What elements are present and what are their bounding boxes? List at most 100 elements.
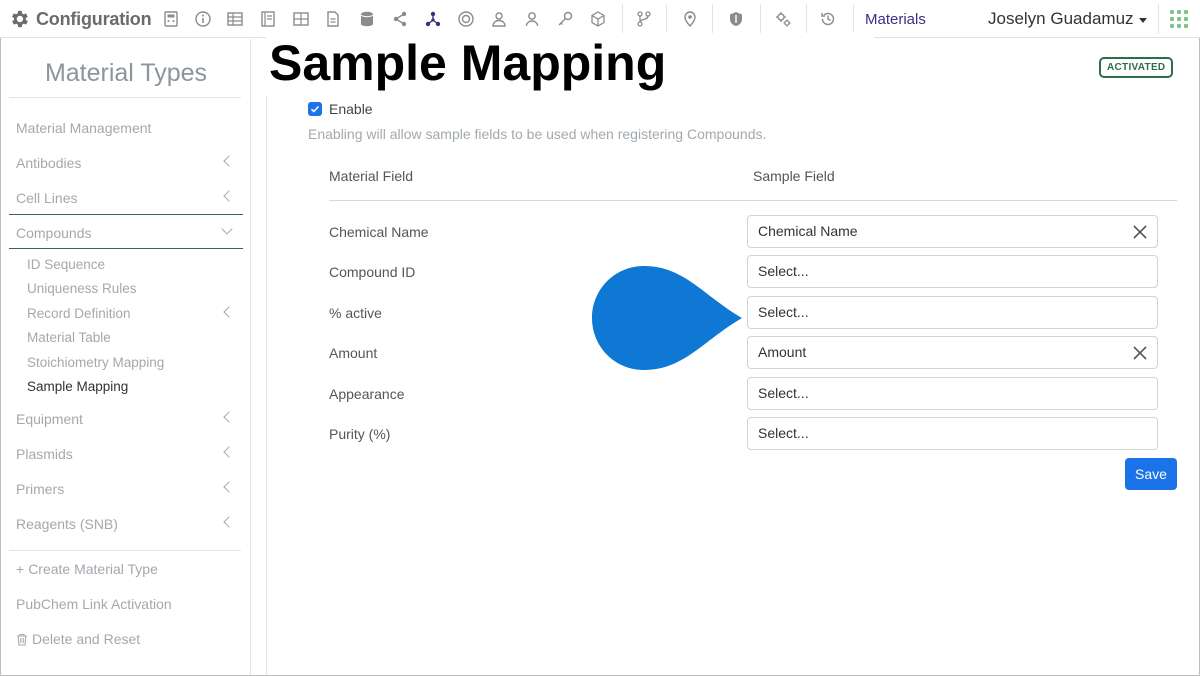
toolbar-divider <box>712 4 713 34</box>
sample-field-select[interactable]: Select... <box>747 255 1158 288</box>
page-title: Sample Mapping <box>266 33 874 95</box>
pubchem-link-label: PubChem Link Activation <box>16 596 172 612</box>
apps-grid-icon[interactable] <box>1170 10 1188 28</box>
pointer-annotation-shape <box>592 266 742 370</box>
checkmark-icon <box>310 105 320 113</box>
sample-field-select[interactable]: Chemical Name <box>747 215 1158 248</box>
save-button[interactable]: Save <box>1125 458 1177 490</box>
branch-icon[interactable] <box>634 9 654 29</box>
shield-icon[interactable] <box>726 9 746 29</box>
sidebar-item-primers[interactable]: Primers <box>16 481 64 497</box>
database-icon[interactable] <box>357 9 377 29</box>
settings-icon[interactable] <box>773 9 793 29</box>
users-icon[interactable] <box>489 9 509 29</box>
sample-field-placeholder: Select... <box>758 385 809 401</box>
key-icon[interactable] <box>555 9 575 29</box>
sidebar-divider <box>9 550 241 551</box>
sidebar: Material Types Material Management Antib… <box>1 39 251 675</box>
sample-field-placeholder: Select... <box>758 425 809 441</box>
sidebar-item-material-management[interactable]: Material Management <box>16 120 151 136</box>
chevron-left-icon[interactable] <box>223 481 235 493</box>
sample-field-placeholder: Select... <box>758 263 809 279</box>
sidebar-item-equipment[interactable]: Equipment <box>16 411 83 427</box>
material-field-label: % active <box>329 305 382 321</box>
material-field-label: Appearance <box>329 386 405 402</box>
chevron-left-icon[interactable] <box>223 190 235 202</box>
sidebar-item-cell-lines[interactable]: Cell Lines <box>16 190 77 206</box>
history-icon[interactable] <box>818 9 838 29</box>
user-name: Joselyn Guadamuz <box>988 9 1134 28</box>
sample-field-placeholder: Select... <box>758 304 809 320</box>
calculator-icon[interactable] <box>161 9 181 29</box>
sidebar-subitem-material-table[interactable]: Material Table <box>27 330 111 345</box>
sample-field-value: Chemical Name <box>758 223 858 239</box>
grid-icon[interactable] <box>291 9 311 29</box>
sidebar-subitem-record-definition[interactable]: Record Definition <box>27 306 131 321</box>
sidebar-subitem-id-sequence[interactable]: ID Sequence <box>27 257 105 272</box>
pubchem-link-activation-button[interactable]: PubChem Link Activation <box>16 596 172 612</box>
sidebar-subitem-stoichiometry-mapping[interactable]: Stoichiometry Mapping <box>27 355 164 370</box>
gear-icon <box>12 10 28 28</box>
user-icon[interactable] <box>522 9 542 29</box>
toolbar-divider <box>1158 4 1159 34</box>
sidebar-item-reagents[interactable]: Reagents (SNB) <box>16 516 118 532</box>
sidebar-subitem-uniqueness-rules[interactable]: Uniqueness Rules <box>27 281 137 296</box>
material-field-label: Chemical Name <box>329 224 429 240</box>
enable-label: Enable <box>329 101 373 117</box>
sidebar-item-plasmids[interactable]: Plasmids <box>16 446 73 462</box>
brand[interactable]: Configuration <box>8 8 152 30</box>
material-field-label: Compound ID <box>329 264 416 280</box>
chevron-left-icon[interactable] <box>223 306 235 318</box>
materials-link[interactable]: Materials <box>865 11 926 28</box>
sample-field-select[interactable]: Amount <box>747 336 1158 369</box>
header-divider <box>329 200 1177 201</box>
trash-icon <box>17 633 27 646</box>
column-header-sample-field: Sample Field <box>753 168 835 184</box>
sample-field-select[interactable]: Select... <box>747 417 1158 450</box>
sidebar-item-compounds[interactable]: Compounds <box>16 225 92 241</box>
badge-icon[interactable] <box>456 9 476 29</box>
delete-and-reset-button[interactable]: Delete and Reset <box>16 631 140 647</box>
content-divider <box>266 96 267 675</box>
toolbar-divider <box>760 4 761 34</box>
material-field-label: Purity (%) <box>329 426 391 442</box>
user-menu[interactable]: Joselyn Guadamuz <box>988 9 1147 29</box>
caret-down-icon <box>1138 17 1147 23</box>
brand-title: Configuration <box>36 8 152 29</box>
location-icon[interactable] <box>680 9 700 29</box>
toolbar-divider <box>853 4 854 34</box>
clear-icon[interactable] <box>1132 224 1148 240</box>
share-icon[interactable] <box>390 9 410 29</box>
notebook-icon[interactable] <box>258 9 278 29</box>
column-header-material-field: Material Field <box>329 168 414 184</box>
molecule-icon[interactable] <box>423 9 443 29</box>
enable-toggle-row[interactable]: Enable <box>308 101 373 117</box>
sidebar-divider <box>9 97 241 98</box>
sidebar-item-antibodies[interactable]: Antibodies <box>16 155 81 171</box>
plus-icon: + <box>16 561 25 577</box>
create-material-type-label: Create Material Type <box>28 561 158 577</box>
chevron-left-icon[interactable] <box>223 155 235 167</box>
status-badge: ACTIVATED <box>1099 57 1174 78</box>
info-icon[interactable] <box>193 9 213 29</box>
sample-field-select[interactable]: Select... <box>747 377 1158 410</box>
enable-checkbox[interactable] <box>308 102 322 116</box>
toolbar-divider <box>622 4 623 34</box>
material-field-label: Amount <box>329 345 378 361</box>
sample-field-select[interactable]: Select... <box>747 296 1158 329</box>
toolbar-divider <box>806 4 807 34</box>
create-material-type-button[interactable]: + Create Material Type <box>16 561 158 577</box>
delete-and-reset-label: Delete and Reset <box>32 631 141 647</box>
help-text: Enabling will allow sample fields to be … <box>308 126 767 142</box>
cube-icon[interactable] <box>588 9 608 29</box>
chevron-left-icon[interactable] <box>223 411 235 423</box>
sidebar-title: Material Types <box>44 59 208 87</box>
chevron-left-icon[interactable] <box>223 446 235 458</box>
clear-icon[interactable] <box>1132 345 1148 361</box>
toolbar-divider <box>666 4 667 34</box>
table-icon[interactable] <box>225 9 245 29</box>
document-icon[interactable] <box>323 9 343 29</box>
sample-field-value: Amount <box>758 344 807 360</box>
chevron-left-icon[interactable] <box>223 516 235 528</box>
sidebar-subitem-sample-mapping[interactable]: Sample Mapping <box>27 379 128 394</box>
